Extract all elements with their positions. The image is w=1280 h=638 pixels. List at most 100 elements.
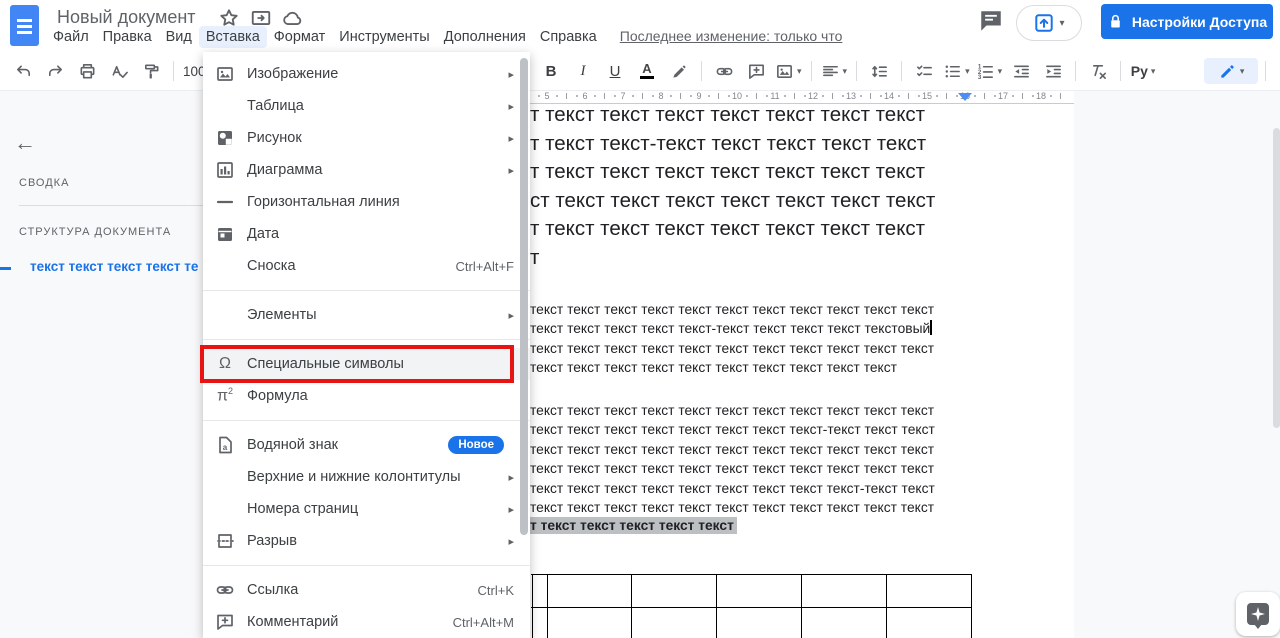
menubar-item[interactable]: Вид <box>159 26 199 48</box>
menubar-item[interactable]: Инструменты <box>332 26 436 48</box>
close-outline-icon[interactable]: ← <box>14 130 36 156</box>
insert-image-icon <box>775 62 794 81</box>
menubar-item[interactable]: Формат <box>267 26 333 48</box>
menu-separator <box>203 565 530 566</box>
numbered-list-button[interactable]: 123▾ <box>974 58 1005 84</box>
clear-formatting-button[interactable] <box>1083 58 1113 84</box>
toolbar-right-group: BIUA ▾ ▾ ▾ 123▾ Ру▾ ▾ <box>536 58 1280 84</box>
submenu-arrow-icon: ▸ <box>508 132 514 145</box>
window-scrollbar[interactable] <box>1273 128 1280 428</box>
link-icon <box>215 580 235 600</box>
menu-item-insert-link[interactable]: СсылкаCtrl+K <box>203 574 530 606</box>
svg-text:3: 3 <box>977 74 981 81</box>
menubar-item[interactable]: Файл <box>46 26 96 48</box>
print-button[interactable] <box>72 58 102 84</box>
input-tools-button[interactable]: Ру▾ <box>1128 58 1158 84</box>
highlight-icon <box>670 62 689 81</box>
ruler-number: 7 <box>617 91 629 101</box>
menu-item-label: Дата <box>247 226 514 242</box>
menu-item-insert-chart[interactable]: Диаграмма▸ <box>203 154 530 186</box>
add-comment-button[interactable] <box>741 58 771 84</box>
menu-item-insert-comment[interactable]: КомментарийCtrl+Alt+M <box>203 606 530 638</box>
break-icon <box>215 531 235 551</box>
menu-item-insert-drawing[interactable]: Рисунок▸ <box>203 122 530 154</box>
ruler-number: 9 <box>693 91 705 101</box>
highlighted-bold-line: т текст текст текст текст текст <box>530 518 737 533</box>
menu-item-label: Верхние и нижние колонтитулы <box>247 469 500 485</box>
underline-button[interactable]: U <box>600 58 630 84</box>
menubar-item[interactable]: Правка <box>96 26 159 48</box>
pencil-icon <box>1218 62 1237 81</box>
present-button[interactable]: ▾ <box>1016 5 1082 41</box>
line-spacing-button[interactable] <box>864 58 894 84</box>
menu-item-insert-table[interactable]: Таблица▸ <box>203 90 530 122</box>
menu-item-insert-horizontal-line[interactable]: Горизонтальная линия <box>203 186 530 218</box>
chevron-down-icon: ▾ <box>843 66 848 77</box>
text-line: ст текст текст текст текст текст текст т… <box>530 187 935 216</box>
menu-item-insert-elements[interactable]: Элементы▸ <box>203 299 530 331</box>
document-structure-label: СТРУКТУРА ДОКУМЕНТА <box>19 226 171 238</box>
insert-menu: Изображение▸Таблица▸Рисунок▸Диаграмма▸Го… <box>203 52 530 638</box>
menu-item-insert-formula[interactable]: π2Формула <box>203 380 530 412</box>
paint-format-button[interactable] <box>136 58 166 84</box>
share-button-label: Настройки Доступа <box>1132 14 1267 30</box>
hide-menus-button[interactable] <box>1273 58 1280 84</box>
indent-marker[interactable] <box>958 93 972 101</box>
toolbar: 100% BIUA ▾ ▾ ▾ 123▾ Ру▾ ▾ <box>0 52 1280 91</box>
document-title[interactable]: Новый документ <box>57 7 196 28</box>
menu-item-insert-date[interactable]: Дата <box>203 218 530 250</box>
menu-item-insert-watermark[interactable]: aВодяной знакНовое <box>203 429 530 461</box>
drawing-icon <box>215 128 235 148</box>
redo-button[interactable] <box>40 58 70 84</box>
menubar-item[interactable]: Дополнения <box>437 26 533 48</box>
last-edit-link[interactable]: Последнее изменение: только что <box>620 28 843 44</box>
toolbar-left-group: 100% <box>8 58 220 84</box>
checklist-button[interactable] <box>909 58 939 84</box>
bold-button[interactable]: B <box>536 58 566 84</box>
text-line: текст текст текст текст текст текст текс… <box>530 358 934 377</box>
insert-link-button[interactable] <box>709 58 739 84</box>
share-button[interactable]: Настройки Доступа <box>1101 4 1273 39</box>
explore-button[interactable] <box>1236 592 1280 636</box>
decrease-indent-button[interactable] <box>1006 58 1036 84</box>
menu-item-label: Комментарий <box>247 614 453 630</box>
menu-scrollbar[interactable] <box>520 58 528 535</box>
submenu-arrow-icon: ▸ <box>508 503 514 516</box>
indent-icon <box>1044 62 1063 81</box>
comments-icon[interactable] <box>978 8 1004 34</box>
highlight-button[interactable] <box>664 58 694 84</box>
menu-item-label: Водяной знак <box>247 437 448 453</box>
italic-button[interactable]: I <box>568 58 598 84</box>
menu-item-insert-break[interactable]: Разрыв▸ <box>203 525 530 557</box>
insert-image-button[interactable]: ▾ <box>773 58 804 84</box>
checklist-icon <box>915 62 934 81</box>
menu-item-insert-page-numbers[interactable]: Номера страниц▸ <box>203 493 530 525</box>
google-docs-logo[interactable] <box>10 5 39 46</box>
align-button[interactable]: ▾ <box>819 58 850 84</box>
sidebar-divider <box>19 205 207 206</box>
outline-item[interactable]: текст текст текст текст те <box>0 259 205 277</box>
text-line: текст текст текст текст текст текст текс… <box>530 459 935 478</box>
text-color-button[interactable]: A <box>632 58 662 84</box>
menu-item-insert-image[interactable]: Изображение▸ <box>203 58 530 90</box>
add-comment-icon <box>747 62 766 81</box>
undo-button[interactable] <box>8 58 38 84</box>
menu-separator <box>203 420 530 421</box>
menubar-item[interactable]: Справка <box>533 26 604 48</box>
document-table[interactable] <box>460 574 1074 638</box>
text-line: т текст текст текст текст текст текст те… <box>530 215 935 244</box>
menu-item-insert-special-characters[interactable]: ΩСпециальные символы <box>203 348 530 380</box>
outline-item-label: текст текст текст текст те <box>30 259 205 274</box>
menu-item-insert-footnote[interactable]: СноскаCtrl+Alt+F <box>203 250 530 282</box>
menu-item-insert-headers-footers[interactable]: Верхние и нижние колонтитулы▸ <box>203 461 530 493</box>
bulleted-list-button[interactable]: ▾ <box>941 58 972 84</box>
document-page[interactable]: т текст текст текст текст текст текст те… <box>460 103 1074 638</box>
increase-indent-button[interactable] <box>1038 58 1068 84</box>
text-line: текст текст текст текст текст-текст текс… <box>530 319 934 338</box>
spellcheck-icon <box>110 62 129 81</box>
menu-item-label: Таблица <box>247 98 500 114</box>
spellcheck-button[interactable] <box>104 58 134 84</box>
chevron-down-icon: ▾ <box>965 66 970 77</box>
menubar-item-active[interactable]: Вставка <box>199 26 267 48</box>
editing-mode-button[interactable]: ▾ <box>1204 58 1258 84</box>
